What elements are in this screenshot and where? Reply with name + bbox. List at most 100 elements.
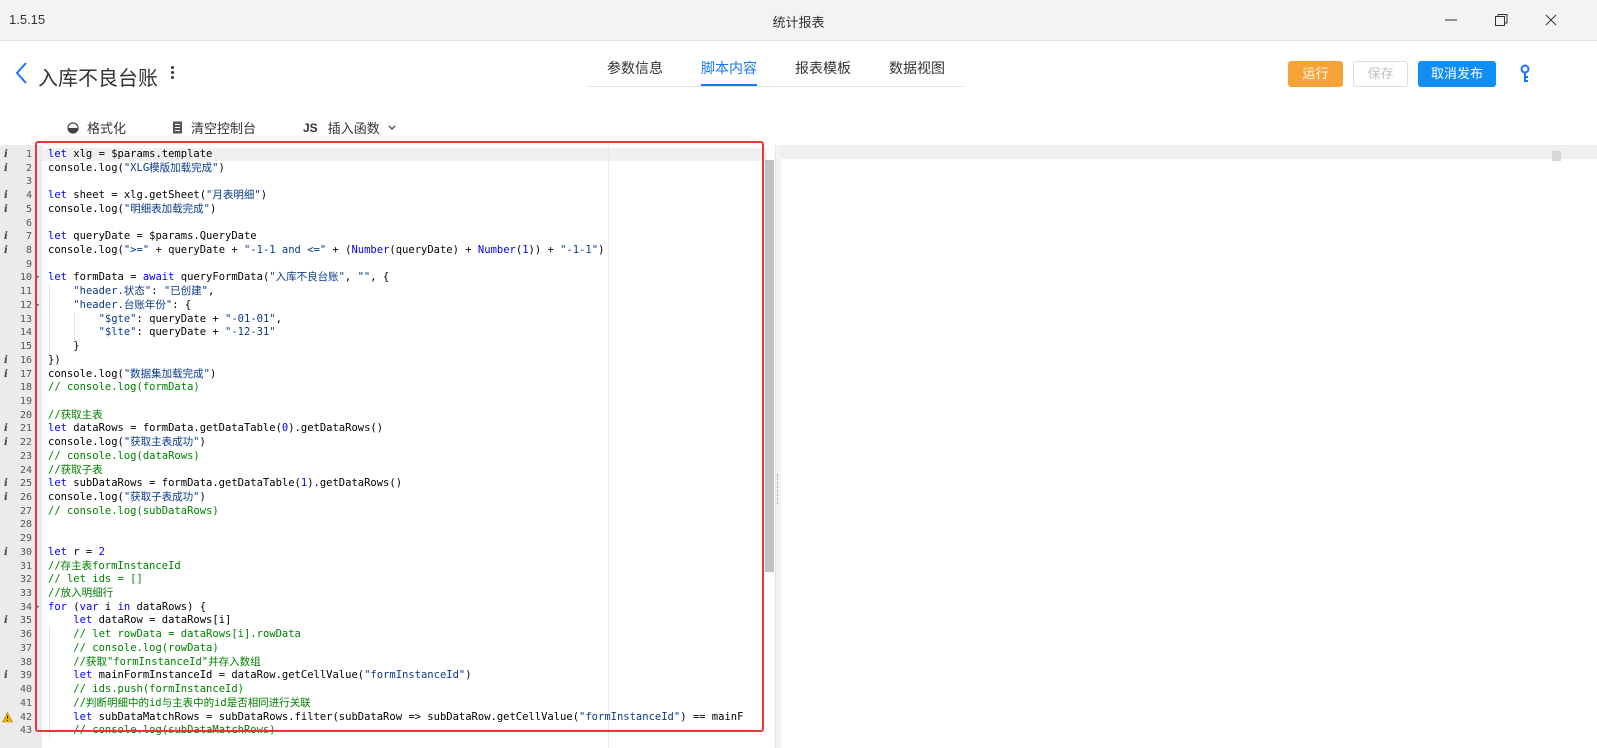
- insert-function-dropdown[interactable]: JS 插入函数: [303, 118, 397, 136]
- code-line[interactable]: //获取主表: [48, 409, 775, 422]
- info-icon[interactable]: i: [4, 436, 8, 449]
- code-line[interactable]: // console.log(rowData): [48, 642, 775, 655]
- code-line[interactable]: [48, 395, 775, 408]
- code-line[interactable]: console.log("数据集加载完成"): [48, 368, 775, 381]
- code-line[interactable]: "$gte": queryDate + "-01-01",: [48, 313, 775, 326]
- info-icon[interactable]: i: [4, 203, 8, 216]
- code-line[interactable]: // let rowData = dataRows[i].rowData: [48, 628, 775, 641]
- clear-console-button[interactable]: 清空控制台: [172, 118, 256, 136]
- code-line[interactable]: let mainFormInstanceId = dataRow.getCell…: [48, 669, 775, 682]
- code-line[interactable]: console.log("明细表加载完成"): [48, 203, 775, 216]
- code-token: let: [48, 271, 67, 284]
- line-number: 23: [0, 450, 42, 463]
- code-token: ).getDataRows(): [288, 422, 384, 435]
- code-line[interactable]: [48, 518, 775, 531]
- code-line[interactable]: let dataRows = formData.getDataTable(0).…: [48, 422, 775, 435]
- code-line[interactable]: console.log("获取子表成功"): [48, 491, 775, 504]
- info-icon[interactable]: i: [4, 614, 8, 627]
- info-icon[interactable]: i: [4, 368, 8, 381]
- console-scrollbar[interactable]: [1552, 151, 1561, 161]
- code-line[interactable]: [48, 258, 775, 271]
- code-line[interactable]: for (var i in dataRows) {: [48, 601, 775, 614]
- code-token: subDataRows = formData.getDataTable(: [66, 477, 301, 490]
- code-line[interactable]: let queryDate = $params.QueryDate: [48, 230, 775, 243]
- info-icon[interactable]: i: [4, 354, 8, 367]
- chevron-down-icon: [388, 125, 396, 130]
- code-line[interactable]: let sheet = xlg.getSheet("月表明细"): [48, 189, 775, 202]
- format-button[interactable]: 格式化: [67, 118, 126, 136]
- fold-arrow-icon[interactable]: ▾: [36, 271, 40, 284]
- run-button[interactable]: 运行: [1288, 61, 1343, 87]
- info-icon[interactable]: i: [4, 148, 8, 161]
- code-line[interactable]: let dataRow = dataRows[i]: [48, 614, 775, 627]
- code-line[interactable]: //放入明细行: [48, 587, 775, 600]
- code-line[interactable]: let r = 2: [48, 546, 775, 559]
- tab-params[interactable]: 参数信息: [607, 58, 663, 78]
- code-line[interactable]: [48, 175, 775, 188]
- tab-data-view[interactable]: 数据视图: [889, 58, 945, 78]
- info-icon[interactable]: i: [4, 669, 8, 682]
- editor-scrollbar[interactable]: [765, 160, 774, 572]
- close-icon[interactable]: [1541, 10, 1561, 30]
- code-token: in: [117, 600, 131, 613]
- code-line[interactable]: let xlg = $params.template: [48, 148, 775, 161]
- warning-icon[interactable]: [2, 711, 13, 723]
- info-icon[interactable]: i: [4, 491, 8, 504]
- code-line[interactable]: "header.状态": "已创建",: [48, 285, 775, 298]
- info-icon[interactable]: i: [4, 477, 8, 490]
- minimize-icon[interactable]: [1441, 10, 1461, 30]
- notebook-icon: [173, 121, 182, 134]
- unpublish-button[interactable]: 取消发布: [1418, 61, 1496, 87]
- code-line[interactable]: // console.log(dataRows): [48, 450, 775, 463]
- code-line[interactable]: console.log("获取主表成功"): [48, 436, 775, 449]
- splitter-grip[interactable]: [777, 474, 780, 504]
- code-line[interactable]: "$lte": queryDate + "-12-31": [48, 326, 775, 339]
- info-icon[interactable]: i: [4, 189, 8, 202]
- code-editor[interactable]: i 1 i 2 3 i 4 i 5 6 i 7 i 8 9 10 ▾ 11 12 ▾ 13 14 15 i 16 i 17 18 19 2…: [0, 145, 775, 748]
- line-number: i 39: [0, 669, 42, 682]
- line-number: 12 ▾: [0, 299, 42, 312]
- restore-icon[interactable]: [1491, 10, 1511, 30]
- code-line[interactable]: // console.log(subDataRows): [48, 505, 775, 518]
- code-line[interactable]: [48, 217, 775, 230]
- code-line[interactable]: console.log(">=" + queryDate + "-1-1 and…: [48, 244, 775, 257]
- code-line[interactable]: }: [48, 340, 775, 353]
- tab-script[interactable]: 脚本内容: [701, 58, 757, 78]
- line-number-text: 28: [19, 519, 32, 531]
- code-line[interactable]: // ids.push(formInstanceId): [48, 683, 775, 696]
- code-content[interactable]: let xlg = $params.template console.log("X…: [42, 145, 775, 748]
- info-icon[interactable]: i: [4, 230, 8, 243]
- save-button[interactable]: 保存: [1353, 61, 1408, 87]
- code-line[interactable]: "header.台账年份": {: [48, 299, 775, 312]
- info-icon[interactable]: i: [4, 162, 8, 175]
- code-line[interactable]: //获取"formInstanceId"并存入数组: [48, 656, 775, 669]
- line-number: 34 ▾: [0, 601, 42, 614]
- code-line[interactable]: }): [48, 354, 775, 367]
- tab-report-template[interactable]: 报表模板: [795, 58, 851, 78]
- back-arrow-icon[interactable]: [12, 60, 32, 86]
- key-icon[interactable]: [1516, 63, 1534, 85]
- code-line[interactable]: let subDataRows = formData.getDataTable(…: [48, 477, 775, 490]
- code-line[interactable]: let formData = await queryFormData("入库不良…: [48, 271, 775, 284]
- code-line[interactable]: // console.log(formData): [48, 381, 775, 394]
- line-number-text: 17: [19, 368, 32, 380]
- info-icon[interactable]: i: [4, 546, 8, 559]
- fold-arrow-icon[interactable]: ▾: [36, 601, 40, 614]
- code-line[interactable]: [48, 532, 775, 545]
- code-line[interactable]: // let ids = []: [48, 573, 775, 586]
- code-line[interactable]: // console.log(subDataMatchRows): [48, 724, 775, 737]
- code-line[interactable]: //获取子表: [48, 464, 775, 477]
- line-number-text: 21: [19, 423, 32, 435]
- code-token: "header.台账年份": [73, 298, 173, 311]
- info-icon[interactable]: i: [4, 422, 8, 435]
- code-line[interactable]: //判断明细中的id与主表中的id是否相同进行关联: [48, 697, 775, 710]
- code-line[interactable]: //存主表formInstanceId: [48, 560, 775, 573]
- line-number-text: 1: [25, 149, 32, 160]
- info-icon[interactable]: i: [4, 244, 8, 257]
- code-token: "XLG模版加载完成": [123, 161, 219, 174]
- more-options-icon[interactable]: [168, 64, 176, 86]
- line-number-text: 9: [25, 258, 32, 270]
- code-line[interactable]: console.log("XLG模版加载完成"): [48, 162, 775, 175]
- code-line[interactable]: let subDataMatchRows = subDataRows.filte…: [48, 711, 775, 724]
- fold-arrow-icon[interactable]: ▾: [36, 299, 40, 312]
